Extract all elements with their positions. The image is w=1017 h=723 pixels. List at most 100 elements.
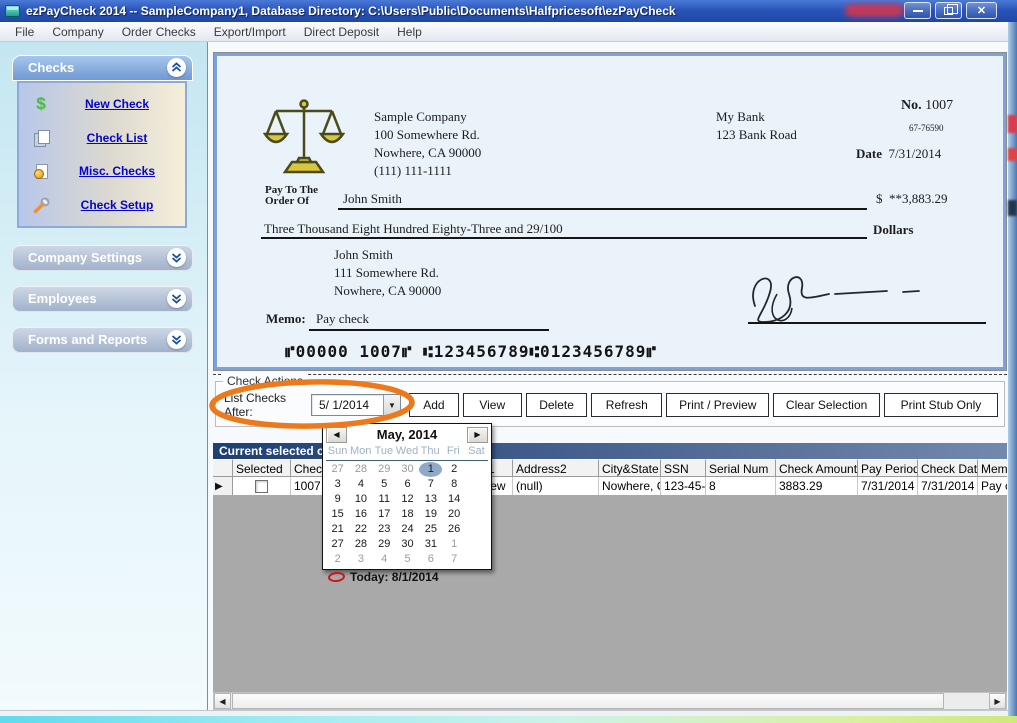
row-checkbox[interactable] bbox=[255, 480, 268, 493]
scrollbar-thumb[interactable] bbox=[232, 693, 944, 709]
calendar-day[interactable]: 31 bbox=[419, 537, 442, 552]
menu-item-export-import[interactable]: Export/Import bbox=[205, 23, 295, 41]
menu-item-company[interactable]: Company bbox=[43, 23, 112, 41]
refresh-button[interactable]: Refresh bbox=[591, 393, 662, 417]
calendar-day[interactable]: 11 bbox=[373, 492, 396, 507]
calendar-day[interactable]: 6 bbox=[396, 477, 419, 492]
minimize-button[interactable] bbox=[904, 2, 931, 19]
row-selector[interactable]: ▶ bbox=[213, 477, 233, 495]
sidebar-item-check-list[interactable]: Check List bbox=[19, 122, 185, 154]
calendar-day[interactable]: 27 bbox=[326, 462, 349, 477]
clear-selection-button[interactable]: Clear Selection bbox=[773, 393, 880, 417]
calendar-day[interactable]: 9 bbox=[326, 492, 349, 507]
list-checks-after-date-picker[interactable]: 5/ 1/2014 ▼ bbox=[311, 394, 401, 416]
cell-check-amount[interactable]: 3883.29 bbox=[776, 477, 858, 495]
calendar-day[interactable]: 15 bbox=[326, 507, 349, 522]
horizontal-scrollbar[interactable]: ◀ ▶ bbox=[213, 692, 1007, 710]
selected-cell[interactable] bbox=[233, 477, 291, 495]
calendar-next-month-button[interactable]: ▶ bbox=[467, 427, 488, 443]
calendar-day[interactable]: 7 bbox=[419, 477, 442, 492]
calendar-today-row[interactable]: Today: 8/1/2014 bbox=[323, 567, 491, 586]
print-preview-button[interactable]: Print / Preview bbox=[666, 393, 769, 417]
calendar-day[interactable]: 27 bbox=[326, 537, 349, 552]
calendar-day[interactable]: 29 bbox=[373, 462, 396, 477]
calendar-day[interactable]: 14 bbox=[442, 492, 465, 507]
restore-button[interactable] bbox=[935, 2, 962, 19]
sidebar-panel-checks[interactable]: Checks bbox=[12, 55, 193, 81]
calendar-day[interactable]: 19 bbox=[419, 507, 442, 522]
menu-item-direct-deposit[interactable]: Direct Deposit bbox=[295, 23, 388, 41]
column-header-check-dat[interactable]: Check Dat bbox=[918, 459, 978, 477]
cell-memo[interactable]: Pay c bbox=[978, 477, 1007, 495]
calendar-prev-month-button[interactable]: ◀ bbox=[326, 427, 347, 443]
delete-button[interactable]: Delete bbox=[526, 393, 588, 417]
cell-pay-period[interactable]: 7/31/2014 bbox=[858, 477, 918, 495]
close-button[interactable]: ✕ bbox=[966, 2, 997, 19]
calendar-day[interactable]: 29 bbox=[373, 537, 396, 552]
sidebar-panel-employees[interactable]: Employees bbox=[12, 286, 193, 312]
cell-city-state[interactable]: Nowhere, C bbox=[599, 477, 661, 495]
column-header-check-amount[interactable]: Check Amount bbox=[776, 459, 858, 477]
calendar-day[interactable]: 17 bbox=[373, 507, 396, 522]
calendar-day[interactable]: 4 bbox=[349, 477, 372, 492]
column-header-selected[interactable]: Selected bbox=[233, 459, 291, 477]
sidebar-panel-forms-and-reports[interactable]: Forms and Reports bbox=[12, 327, 193, 353]
calendar-day[interactable]: 1 bbox=[442, 537, 465, 552]
calendar-day[interactable]: 18 bbox=[396, 507, 419, 522]
calendar-day[interactable]: 13 bbox=[419, 492, 442, 507]
calendar-day[interactable]: 5 bbox=[373, 477, 396, 492]
calendar-day[interactable]: 24 bbox=[396, 522, 419, 537]
sidebar-item-new-check[interactable]: $New Check bbox=[19, 88, 185, 120]
calendar-day[interactable]: 30 bbox=[396, 537, 419, 552]
scroll-right-button[interactable]: ▶ bbox=[989, 693, 1006, 709]
sidebar-item-misc-checks[interactable]: Misc. Checks bbox=[19, 155, 185, 187]
column-header-ssn[interactable]: SSN bbox=[661, 459, 706, 477]
calendar-day[interactable]: 25 bbox=[419, 522, 442, 537]
cell-serial-num[interactable]: 8 bbox=[706, 477, 776, 495]
column-header-city-state[interactable]: City&State bbox=[599, 459, 661, 477]
cell-ssn[interactable]: 123-45- bbox=[661, 477, 706, 495]
column-header-address2[interactable]: Address2 bbox=[513, 459, 599, 477]
expand-chevron-down-icon[interactable] bbox=[167, 289, 186, 308]
collapse-chevron-up-icon[interactable] bbox=[167, 58, 186, 77]
calendar-day[interactable]: 20 bbox=[442, 507, 465, 522]
calendar-day[interactable]: 4 bbox=[373, 552, 396, 567]
cell-address2[interactable]: (null) bbox=[513, 477, 599, 495]
add-button[interactable]: Add bbox=[409, 393, 459, 417]
calendar-day[interactable]: 8 bbox=[442, 477, 465, 492]
calendar-day[interactable]: 23 bbox=[373, 522, 396, 537]
calendar-day[interactable]: 2 bbox=[326, 552, 349, 567]
calendar-day[interactable]: 3 bbox=[326, 477, 349, 492]
calendar-day-selected[interactable]: 1 bbox=[419, 462, 442, 477]
cell-check-dat[interactable]: 7/31/2014 bbox=[918, 477, 978, 495]
column-header[interactable] bbox=[213, 459, 233, 477]
calendar-day[interactable]: 6 bbox=[419, 552, 442, 567]
column-header-pay-period[interactable]: Pay Period bbox=[858, 459, 918, 477]
calendar-day[interactable]: 22 bbox=[349, 522, 372, 537]
calendar-day[interactable]: 2 bbox=[442, 462, 465, 477]
calendar-day[interactable]: 5 bbox=[396, 552, 419, 567]
calendar-day[interactable]: 16 bbox=[349, 507, 372, 522]
column-header-memo[interactable]: Memo bbox=[978, 459, 1007, 477]
calendar-day[interactable]: 21 bbox=[326, 522, 349, 537]
calendar-day[interactable]: 10 bbox=[349, 492, 372, 507]
calendar-day[interactable]: 26 bbox=[442, 522, 465, 537]
view-button[interactable]: View bbox=[463, 393, 522, 417]
calendar-day[interactable]: 28 bbox=[349, 462, 372, 477]
date-picker-dropdown-button[interactable]: ▼ bbox=[383, 395, 400, 415]
print-stub-only-button[interactable]: Print Stub Only bbox=[884, 393, 998, 417]
menu-item-order-checks[interactable]: Order Checks bbox=[113, 23, 205, 41]
menu-item-help[interactable]: Help bbox=[388, 23, 431, 41]
sidebar-panel-company-settings[interactable]: Company Settings bbox=[12, 245, 193, 271]
expand-chevron-down-icon[interactable] bbox=[167, 330, 186, 349]
scroll-left-button[interactable]: ◀ bbox=[214, 693, 231, 709]
column-header-serial-num[interactable]: Serial Num bbox=[706, 459, 776, 477]
calendar-day[interactable]: 3 bbox=[349, 552, 372, 567]
menu-item-file[interactable]: File bbox=[6, 23, 43, 41]
sidebar-item-check-setup[interactable]: Check Setup bbox=[19, 189, 185, 221]
calendar-day[interactable]: 12 bbox=[396, 492, 419, 507]
calendar-day[interactable]: 28 bbox=[349, 537, 372, 552]
calendar-day[interactable]: 7 bbox=[442, 552, 465, 567]
expand-chevron-down-icon[interactable] bbox=[167, 248, 186, 267]
calendar-day[interactable]: 30 bbox=[396, 462, 419, 477]
